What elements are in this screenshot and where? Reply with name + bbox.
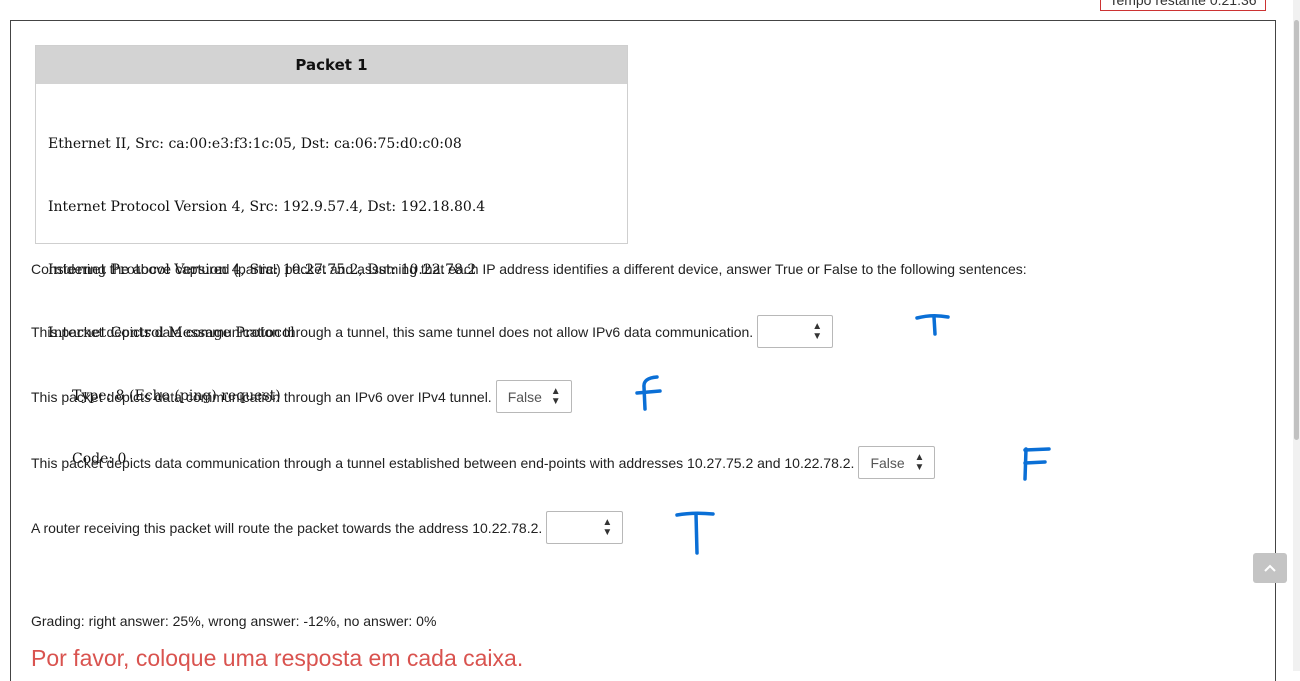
chevron-up-icon (1264, 564, 1276, 572)
statement-3: This packet depicts data communication t… (31, 446, 936, 479)
statement-4-text: A router receiving this packet will rout… (31, 519, 543, 536)
up-down-arrows-icon: ▲ ▼ (812, 320, 823, 342)
handwritten-f-mark (1023, 447, 1051, 481)
handwritten-f-mark (635, 375, 662, 411)
handwritten-t-mark (915, 313, 950, 336)
scroll-to-top-button[interactable] (1253, 553, 1287, 583)
handwritten-t-mark (675, 511, 715, 555)
statement-2-selected-value: False (507, 388, 542, 405)
statement-2-text: This packet depicts data communication t… (31, 388, 492, 405)
packet-title: Packet 1 (36, 46, 627, 84)
statement-2: This packet depicts data communication t… (31, 380, 572, 413)
up-down-arrows-icon: ▲ ▼ (602, 516, 613, 538)
statement-2-answer-select[interactable]: False ▲ ▼ (495, 380, 572, 413)
statement-4: A router receiving this packet will rout… (31, 511, 624, 544)
question-prompt: Considering the above captured (partial)… (31, 261, 1027, 277)
packet-line-ipv4-outer: Internet Protocol Version 4, Src: 192.9.… (48, 199, 486, 215)
up-down-arrows-icon: ▲ ▼ (550, 385, 561, 407)
statement-3-text: This packet depicts data communication t… (31, 454, 855, 471)
scrollbar-thumb[interactable] (1294, 20, 1299, 440)
answer-warning: Por favor, coloque uma resposta em cada … (31, 645, 524, 671)
grading-info: Grading: right answer: 25%, wrong answer… (31, 613, 437, 629)
question-panel: Packet 1 Ethernet II, Src: ca:00:e3:f3:1… (10, 20, 1276, 681)
statement-3-answer-select[interactable]: False ▲ ▼ (858, 446, 936, 479)
up-down-arrows-icon: ▲ ▼ (914, 451, 925, 473)
statement-4-answer-select[interactable]: ▲ ▼ (546, 511, 624, 544)
statement-1-text: This packet depicts data communication t… (31, 323, 754, 340)
time-remaining-badge: Tempo restante 0:21:36 (1100, 0, 1266, 11)
packet-capture-box: Packet 1 Ethernet II, Src: ca:00:e3:f3:1… (35, 45, 628, 467)
statement-1: This packet depicts data communication t… (31, 315, 834, 348)
statement-1-answer-select[interactable]: ▲ ▼ (757, 315, 834, 348)
statement-3-selected-value: False (870, 454, 905, 471)
page-scrollbar[interactable] (1293, 0, 1300, 671)
packet-line-ethernet: Ethernet II, Src: ca:00:e3:f3:1c:05, Dst… (48, 136, 462, 152)
